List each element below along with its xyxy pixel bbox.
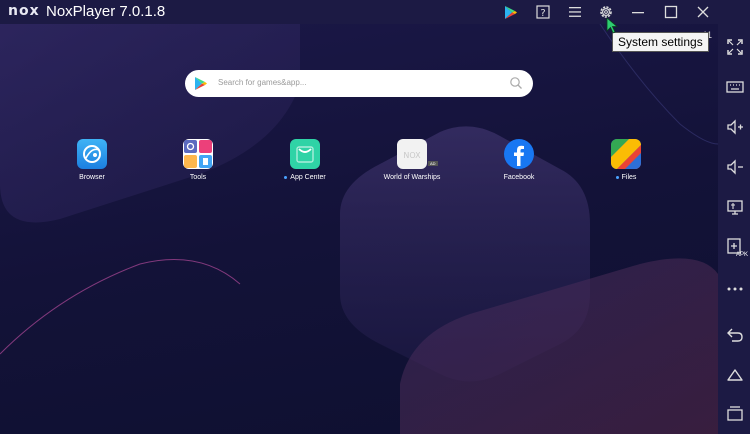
app-browser[interactable]: Browser xyxy=(52,139,132,181)
app-world-of-warships[interactable]: NOX AD World of Warships xyxy=(372,139,452,181)
play-store-icon xyxy=(195,77,207,90)
screen-button[interactable] xyxy=(724,196,746,218)
keyboard-button[interactable] xyxy=(724,76,746,98)
world-of-warships-icon: NOX xyxy=(397,139,427,169)
app-label: Browser xyxy=(79,174,105,181)
home-button[interactable] xyxy=(724,364,746,386)
fullscreen-icon xyxy=(727,39,743,55)
help-icon: ? xyxy=(536,5,550,19)
facebook-icon xyxy=(504,139,534,169)
search-icon xyxy=(510,77,522,89)
volume-down-button[interactable] xyxy=(724,156,746,178)
files-icon xyxy=(611,139,641,169)
app-label: World of Warships xyxy=(383,174,441,181)
recent-apps-icon xyxy=(727,406,743,421)
svg-text:NOX: NOX xyxy=(403,151,421,160)
mouse-cursor-icon xyxy=(606,17,619,34)
maximize-icon xyxy=(664,5,678,19)
home-icon xyxy=(727,369,743,381)
right-toolbar: APK xyxy=(718,24,750,434)
more-icon xyxy=(727,287,743,291)
play-store-button[interactable] xyxy=(501,2,521,22)
app-label: Facebook xyxy=(503,174,535,181)
more-button[interactable] xyxy=(724,278,746,300)
browser-icon xyxy=(77,139,107,169)
app-app-center[interactable]: App Center xyxy=(265,139,345,181)
nox-logo: nox xyxy=(8,3,40,19)
app-label: Tools xyxy=(189,174,207,181)
app-label: App Center xyxy=(265,174,345,181)
back-icon xyxy=(727,328,743,342)
search-placeholder: Search for games&app... xyxy=(218,78,307,87)
screen-icon xyxy=(727,200,743,215)
app-center-icon xyxy=(290,139,320,169)
volume-down-icon xyxy=(727,159,743,175)
apk-label: APK xyxy=(736,252,749,258)
volume-up-icon xyxy=(727,119,743,135)
app-facebook[interactable]: Facebook xyxy=(479,139,559,181)
app-tools[interactable]: Tools xyxy=(158,139,238,181)
menu-button[interactable] xyxy=(565,2,585,22)
close-icon xyxy=(697,6,709,18)
svg-text:?: ? xyxy=(540,8,545,19)
android-home-screen[interactable]: 11 Search for games&app... xyxy=(0,24,718,434)
tools-icon xyxy=(183,139,213,169)
title-bar: nox NoxPlayer 7.0.1.8 ? xyxy=(0,0,750,24)
volume-up-button[interactable] xyxy=(724,116,746,138)
new-indicator-dot xyxy=(615,175,619,179)
app-label: Files xyxy=(586,174,666,181)
settings-tooltip: System settings xyxy=(612,32,709,52)
back-button[interactable] xyxy=(724,324,746,346)
maximize-button[interactable] xyxy=(661,2,681,22)
keyboard-icon xyxy=(726,81,744,93)
app-search-bar[interactable]: Search for games&app... xyxy=(185,70,533,97)
play-store-icon xyxy=(505,5,517,19)
app-files[interactable]: Files xyxy=(586,139,666,181)
minimize-button[interactable] xyxy=(628,2,648,22)
ad-badge: AD xyxy=(428,161,438,166)
help-button[interactable]: ? xyxy=(533,2,553,22)
recent-apps-button[interactable] xyxy=(724,402,746,424)
fullscreen-button[interactable] xyxy=(724,36,746,58)
close-button[interactable] xyxy=(693,2,713,22)
minimize-icon xyxy=(632,12,644,14)
menu-icon xyxy=(569,7,581,17)
nox-player-window: nox NoxPlayer 7.0.1.8 ? Search for games… xyxy=(0,0,750,434)
window-title: NoxPlayer 7.0.1.8 xyxy=(46,3,166,20)
new-indicator-dot xyxy=(284,175,288,179)
